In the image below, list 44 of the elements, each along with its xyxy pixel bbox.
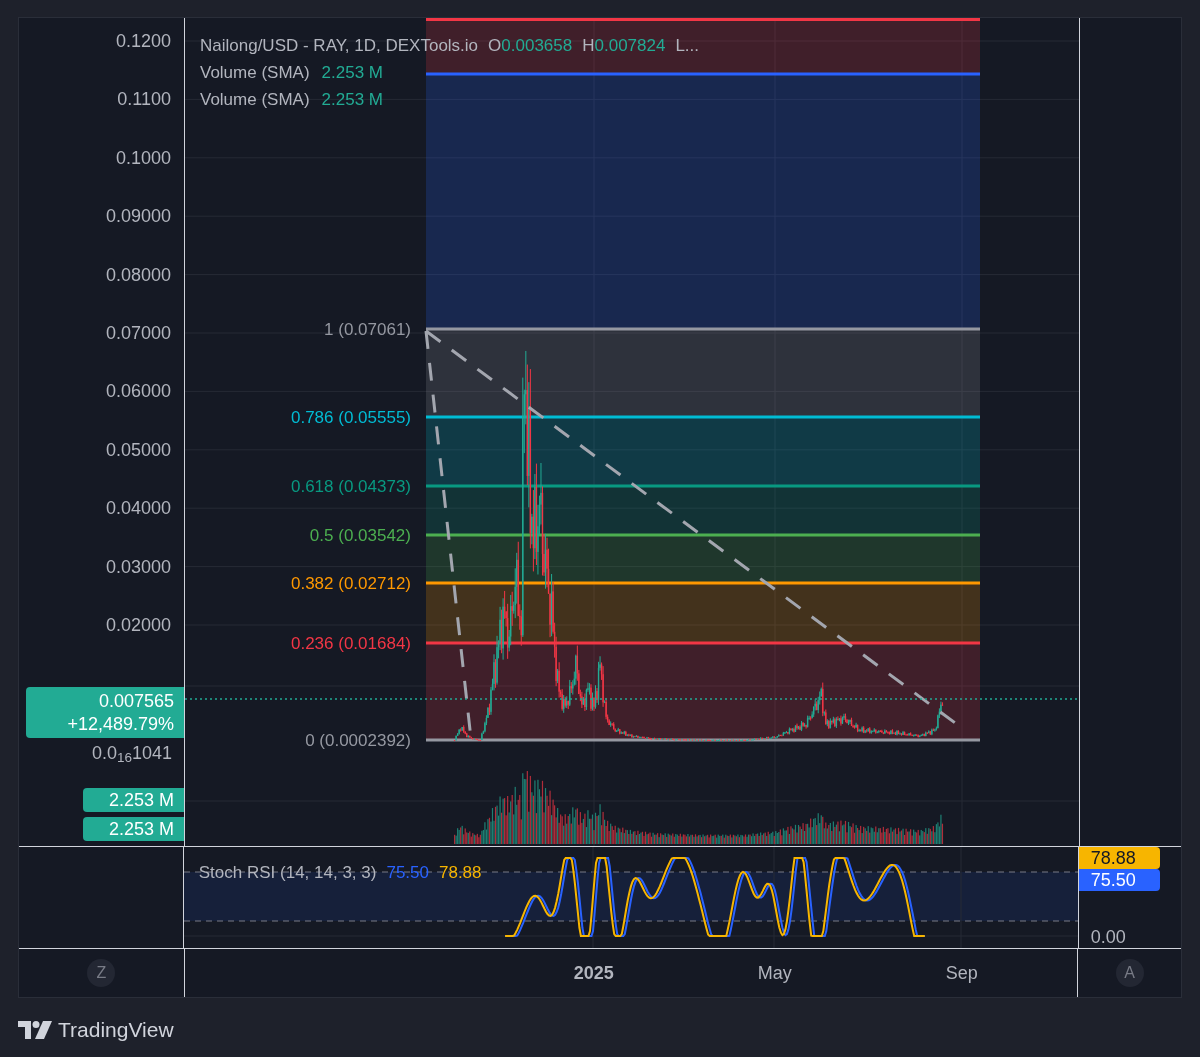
- indicator-name: Volume (SMA): [200, 89, 310, 111]
- volume-badge: 2.253 M: [83, 817, 184, 841]
- symbol-title: Nailong/USD - RAY, 1D, DEXTools.io: [200, 35, 479, 57]
- indicator-name: Stoch RSI (14, 14, 3, 3): [198, 862, 377, 884]
- brand-name: TradingView: [58, 1017, 174, 1043]
- fib-level-label: 0.618 (0.04373): [290, 477, 411, 496]
- volume-badge: 2.253 M: [83, 788, 184, 812]
- corner-button[interactable]: Z: [87, 959, 116, 987]
- price-axis-label: 0.07000: [105, 323, 171, 343]
- fib-level-label: 0.5 (0.03542): [309, 526, 411, 545]
- indicator-value: 75.50: [386, 862, 429, 884]
- indicator-value: 2.253 M: [321, 89, 383, 111]
- price-axis-label: 0.08000: [105, 264, 171, 285]
- price-axis-label: 0.05000: [105, 439, 171, 460]
- last-price: 0.007565: [98, 689, 174, 713]
- corner-button[interactable]: A: [1115, 959, 1144, 987]
- price-change: +12,489.79%: [67, 712, 174, 736]
- price-axis-label: 0.02000: [105, 615, 171, 635]
- fib-level-label: 0.382 (0.02712): [290, 574, 411, 593]
- price-axis-label: 0.04000: [105, 498, 171, 519]
- stoch-value-badge: 75.50: [1078, 869, 1160, 891]
- time-axis-label: 2025: [573, 962, 614, 984]
- fib-level-label: 0.236 (0.01684): [290, 634, 411, 653]
- stoch-axis-label: 0.00: [1090, 926, 1126, 948]
- price-axis-label: 0.1100: [117, 89, 171, 110]
- ohlc-value: H0.007824: [582, 35, 666, 57]
- stoch-value-badge: 78.88: [1078, 847, 1160, 869]
- time-axis-label: May: [757, 962, 792, 984]
- fib-level-label: 1 (0.07061): [324, 320, 411, 339]
- price-axis-label: 0.1000: [115, 147, 171, 168]
- fib-level-label: 0 (0.0002392): [305, 731, 411, 750]
- price-axis-label: 0.1200: [115, 31, 171, 51]
- price-axis-label: 0.09000: [105, 206, 171, 227]
- price-axis-label: 0.06000: [105, 381, 171, 402]
- legend-more: L...: [675, 35, 700, 57]
- ohlc-value: O0.003658: [488, 35, 573, 57]
- time-axis-label: Sep: [945, 962, 978, 984]
- price-axis-label: 0.03000: [105, 556, 171, 577]
- indicator-value: 78.88: [439, 862, 482, 884]
- tradingview-logo-icon: [18, 1021, 52, 1039]
- indicator-value: 2.253 M: [321, 62, 383, 84]
- indicator-name: Volume (SMA): [200, 62, 310, 84]
- price-axis-label: 0.0$_{16}$1041: [91, 742, 172, 764]
- fib-level-label: 0.786 (0.05555): [290, 408, 411, 427]
